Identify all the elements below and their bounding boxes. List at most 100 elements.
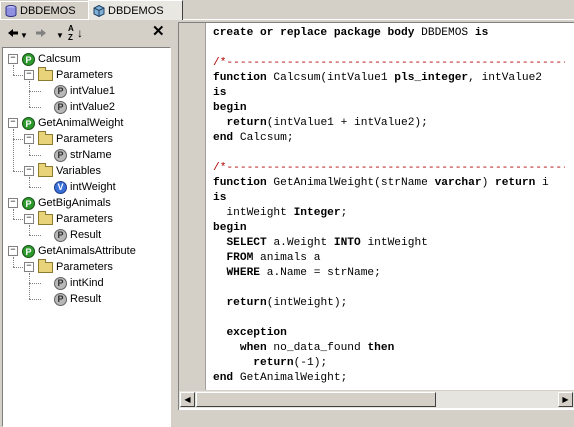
code-line: WHERE a.Name = strName; xyxy=(213,266,565,281)
code-keyword: is xyxy=(213,192,227,204)
code-comment: /*--------------------------------------… xyxy=(213,162,565,174)
code-line: is xyxy=(213,86,565,101)
object-tree[interactable]: − P Calcsum − Parameters PintValue1 PintValue2… xyxy=(2,47,171,427)
tree-node[interactable]: Parameters xyxy=(38,66,113,83)
sort-arrow-icon: ↓ xyxy=(77,26,83,40)
code-token: animals a xyxy=(253,252,321,264)
forward-dropdown[interactable]: ▼ xyxy=(56,29,64,43)
tree-node-label: Parameters xyxy=(56,133,113,145)
tree-node-label: GetBigAnimals xyxy=(38,197,111,209)
code-token: no_data_found xyxy=(266,342,368,354)
parameter-icon: P xyxy=(54,84,67,98)
code-keyword: return xyxy=(226,117,267,129)
tree-node[interactable]: Parameters xyxy=(38,210,113,227)
collapse-toggle[interactable]: − xyxy=(8,198,18,208)
tree-node-label: strName xyxy=(70,149,112,161)
code-keyword: SELECT xyxy=(226,237,267,249)
function-icon: P xyxy=(22,196,35,210)
code-keyword: then xyxy=(367,342,395,354)
tree-connector xyxy=(29,155,41,156)
tree-node[interactable]: PintKind xyxy=(54,275,104,291)
object-browser-panel: ▼ ▼ AZ ↓ ✕ − P Calcsum − Parameters PintValue… xyxy=(0,20,172,427)
code-token: Calcsum(intValue1 xyxy=(266,72,395,84)
tree-node[interactable]: P GetBigAnimals xyxy=(22,195,111,211)
scrollbar-thumb[interactable] xyxy=(196,392,436,407)
code-keyword: return xyxy=(253,357,294,369)
tree-node[interactable]: P GetAnimalsAttribute xyxy=(22,243,136,259)
tree-connector xyxy=(13,257,14,267)
code-keyword: FROM xyxy=(226,252,254,264)
tree-node[interactable]: Variables xyxy=(38,162,102,179)
tree-node[interactable]: PintValue1 xyxy=(54,83,115,99)
tab-dbdemos-package[interactable]: DBDEMOS xyxy=(88,0,183,20)
code-token: (-1); xyxy=(293,357,328,369)
code-token: a.Weight xyxy=(266,237,334,249)
collapse-toggle[interactable]: − xyxy=(24,134,34,144)
code-keyword: create or replace package body xyxy=(213,27,415,39)
tree-node[interactable]: PintValue2 xyxy=(54,99,115,115)
arrow-left-icon[interactable] xyxy=(8,28,18,38)
code-token: GetAnimalWeight; xyxy=(233,372,348,384)
code-token: ; xyxy=(340,207,348,219)
collapse-toggle[interactable]: − xyxy=(24,166,34,176)
code-token: Calcsum; xyxy=(233,132,294,144)
tree-node[interactable]: P Result xyxy=(54,291,101,307)
back-dropdown[interactable]: ▼ xyxy=(20,29,28,43)
code-line: function Calcsum(intValue1 pls_integer, … xyxy=(213,71,565,86)
code-token: DBDEMOS xyxy=(414,27,475,39)
parameter-icon: P xyxy=(54,276,67,290)
function-icon: P xyxy=(22,116,35,130)
collapse-toggle[interactable]: − xyxy=(24,262,34,272)
code-keyword: return xyxy=(226,297,267,309)
collapse-toggle[interactable]: − xyxy=(8,54,18,64)
code-keyword: function xyxy=(213,72,267,84)
collapse-toggle[interactable]: − xyxy=(24,70,34,80)
arrow-right-icon[interactable] xyxy=(36,28,46,38)
code-keyword: end xyxy=(213,372,234,384)
code-editor[interactable]: create or replace package body DBDEMOS i… xyxy=(178,22,574,410)
code-line: FROM animals a xyxy=(213,251,565,266)
code-keyword: begin xyxy=(213,102,247,114)
scroll-right-icon[interactable]: ▶ xyxy=(558,392,573,407)
code-token: intWeight xyxy=(360,237,428,249)
code-keyword: pls_integer xyxy=(394,72,469,84)
collapse-toggle[interactable]: − xyxy=(8,118,18,128)
code-keyword: is xyxy=(474,27,489,39)
code-keyword: return xyxy=(495,177,536,189)
folder-icon xyxy=(38,258,53,273)
scroll-left-icon[interactable]: ◀ xyxy=(180,392,195,407)
collapse-toggle[interactable]: − xyxy=(24,214,34,224)
tree-node[interactable]: P Calcsum xyxy=(22,51,81,67)
tab-strip: DBDEMOS DBDEMOS xyxy=(0,0,574,20)
code-keyword: INTO xyxy=(333,237,361,249)
tree-node[interactable]: PstrName xyxy=(54,147,112,163)
code-token: GetAnimalWeight(strName xyxy=(266,177,435,189)
close-icon[interactable]: ✕ xyxy=(152,24,165,39)
tree-connector xyxy=(29,91,41,92)
tree-connector xyxy=(29,299,41,300)
tree-node[interactable]: Parameters xyxy=(38,258,113,275)
folder-icon xyxy=(38,162,53,177)
sort-label: AZ xyxy=(68,24,74,42)
tree-node-label: Variables xyxy=(56,165,102,177)
horizontal-scrollbar[interactable]: ◀ ▶ xyxy=(179,390,574,408)
tab-label: DBDEMOS xyxy=(108,4,164,17)
tree-node[interactable]: P GetAnimalWeight xyxy=(22,115,123,131)
tree-node[interactable]: VintWeight xyxy=(54,179,116,195)
tree-node-label: intValue1 xyxy=(70,85,116,97)
code-comment: /*--------------------------------------… xyxy=(213,57,565,69)
collapse-toggle[interactable]: − xyxy=(8,246,18,256)
sort-az-icon[interactable]: AZ xyxy=(68,24,76,42)
tree-node-label: Result xyxy=(70,293,102,305)
editor-gutter xyxy=(179,23,206,390)
code-text[interactable]: create or replace package body DBDEMOS i… xyxy=(213,26,565,388)
tab-dbdemos-database[interactable]: DBDEMOS xyxy=(0,1,93,19)
function-icon: P xyxy=(22,244,35,258)
tree-connector xyxy=(29,81,30,107)
tree-node[interactable]: Parameters xyxy=(38,130,113,147)
tree-node[interactable]: P Result xyxy=(54,227,101,243)
